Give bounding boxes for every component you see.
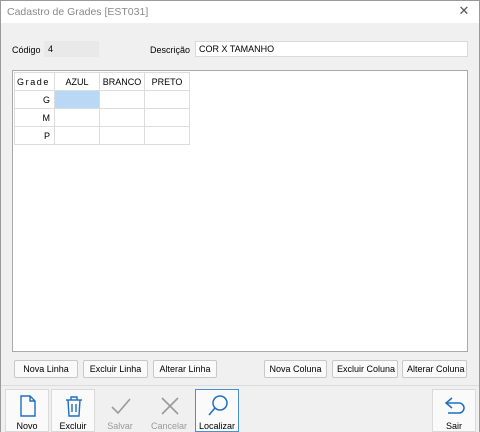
nova-coluna-button[interactable]: Nova Coluna [264, 360, 327, 378]
grid-header-row: Grade AZUL BRANCO PRETO [14, 72, 190, 91]
grid-cell-m-preto[interactable] [144, 108, 190, 127]
grid-corner-header: Grade [14, 72, 55, 91]
localizar-button[interactable]: Localizar [195, 389, 239, 432]
excluir-button[interactable]: Excluir [51, 389, 95, 432]
descricao-label: Descrição [150, 45, 191, 55]
excluir-coluna-button[interactable]: Excluir Coluna [332, 360, 398, 378]
grade-grid: Grade AZUL BRANCO PRETO G M P [14, 72, 190, 145]
exit-arrow-icon [444, 397, 465, 414]
grade-grid-panel: Grade AZUL BRANCO PRETO G M P [12, 70, 468, 352]
window-title: Cadastro de Grades [EST031] [7, 6, 149, 18]
row-header-p[interactable]: P [14, 126, 55, 145]
excluir-label: Excluir [59, 421, 87, 431]
novo-button[interactable]: Novo [5, 389, 49, 432]
localizar-label: Localizar [198, 421, 236, 431]
sair-button[interactable]: Sair [432, 389, 476, 432]
grid-cell-p-preto[interactable] [144, 126, 190, 145]
grid-cell-g-branco[interactable] [99, 90, 145, 109]
codigo-field: 4 [44, 41, 99, 57]
title-bar: Cadastro de Grades [EST031] ✕ [1, 1, 479, 23]
alterar-coluna-button[interactable]: Alterar Coluna [402, 360, 467, 378]
row-header-m[interactable]: M [14, 108, 55, 127]
cancel-x-icon [161, 397, 179, 415]
salvar-button[interactable]: Salvar [98, 389, 142, 432]
alterar-linha-button[interactable]: Alterar Linha [153, 360, 217, 378]
salvar-label: Salvar [107, 421, 133, 431]
cadastro-grades-window: Cadastro de Grades [EST031] ✕ Código 4 D… [0, 0, 480, 432]
grid-cell-p-branco[interactable] [99, 126, 145, 145]
grid-cell-g-azul[interactable] [54, 90, 100, 109]
column-header-azul[interactable]: AZUL [54, 72, 100, 91]
codigo-label: Código [12, 45, 41, 55]
checkmark-icon [111, 398, 131, 415]
column-header-preto[interactable]: PRETO [144, 72, 190, 91]
novo-label: Novo [16, 421, 38, 431]
sair-label: Sair [445, 421, 462, 431]
grid-row: P [14, 126, 190, 145]
trash-icon [66, 396, 82, 417]
row-header-g[interactable]: G [14, 90, 55, 109]
descricao-field[interactable]: COR X TAMANHO [195, 41, 468, 57]
excluir-linha-button[interactable]: Excluir Linha [83, 360, 148, 378]
close-icon[interactable]: ✕ [457, 4, 471, 18]
grid-row: M [14, 108, 190, 127]
cancelar-button[interactable]: Cancelar [147, 389, 191, 432]
grid-cell-p-azul[interactable] [54, 126, 100, 145]
column-header-branco[interactable]: BRANCO [99, 72, 145, 91]
grid-cell-m-azul[interactable] [54, 108, 100, 127]
bottom-toolbar: Novo Excluir Salvar Cancelar Localizar S… [1, 385, 479, 432]
new-document-icon [20, 395, 36, 417]
grid-row: G [14, 90, 190, 109]
cancelar-label: Cancelar [150, 421, 188, 431]
grid-cell-g-preto[interactable] [144, 90, 190, 109]
nova-linha-button[interactable]: Nova Linha [14, 360, 78, 378]
grid-cell-m-branco[interactable] [99, 108, 145, 127]
search-icon [208, 395, 228, 416]
